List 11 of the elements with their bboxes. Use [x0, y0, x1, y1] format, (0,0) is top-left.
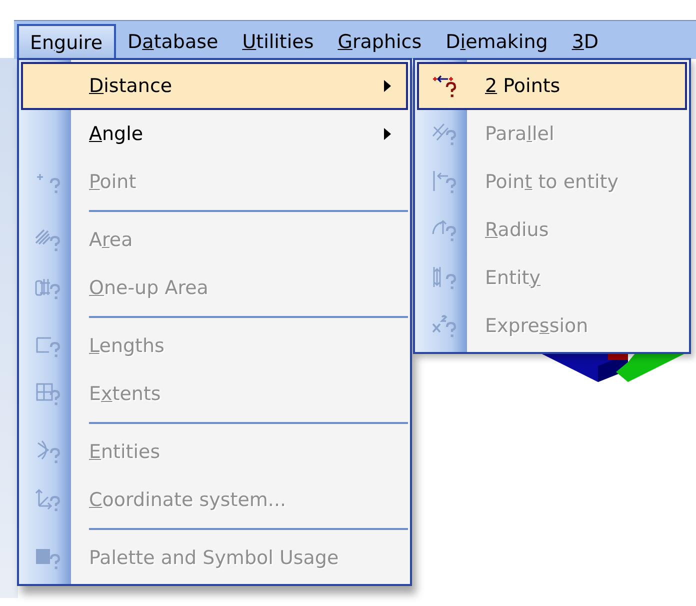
menu-bar-item[interactable]: Database — [116, 24, 230, 59]
squared-variable-icon — [430, 312, 458, 340]
menu-bar-item[interactable]: Graphics — [326, 24, 434, 59]
menu-item[interactable]: Angle — [21, 110, 408, 158]
menu-item[interactable]: Distance — [21, 62, 408, 110]
menu-bar-item[interactable]: 3D — [560, 24, 611, 59]
menu-bar-item[interactable]: Diemaking — [434, 24, 560, 59]
menu-bar-item[interactable]: Enguire — [17, 24, 116, 59]
menu-bar-item[interactable]: Utilities — [230, 24, 326, 59]
axes-icon — [34, 486, 62, 514]
menu-item[interactable]: 2 Points — [417, 62, 687, 110]
